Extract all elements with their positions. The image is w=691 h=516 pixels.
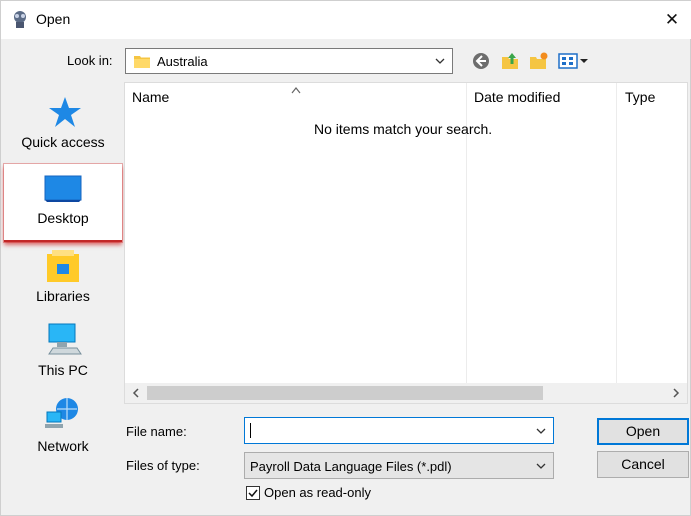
file-name-combobox[interactable] [244,417,554,444]
up-folder-icon [502,53,518,69]
files-of-type-label: Files of type: [126,458,200,473]
file-name-label: File name: [126,424,187,439]
place-desktop[interactable]: Desktop [4,164,122,242]
read-only-label[interactable]: Open as read-only [264,485,371,500]
network-icon [43,396,83,432]
sort-ascending-icon [290,83,302,94]
column-header-name[interactable]: Name [132,89,169,105]
place-quick-access[interactable]: Quick access [4,92,122,164]
desktop-icon [43,172,83,208]
open-dialog: Open ✕ Look in: Australia Quick access D… [0,0,691,516]
place-label: Quick access [21,134,105,150]
column-header-date-modified[interactable]: Date modified [474,89,560,105]
horizontal-scrollbar[interactable] [125,383,687,403]
places-bar: Quick access Desktop Libraries This PC N… [4,82,122,510]
up-folder-button[interactable] [500,51,520,71]
chevron-down-icon [434,55,446,67]
star-icon [43,94,83,130]
file-name-input[interactable] [249,421,529,440]
close-button[interactable]: ✕ [652,1,691,39]
look-in-label: Look in: [67,53,113,68]
libraries-icon [43,248,83,284]
chevron-down-icon[interactable] [535,425,547,437]
read-only-checkbox[interactable] [246,486,260,500]
open-button[interactable]: Open [597,418,689,445]
new-folder-button[interactable] [529,51,549,71]
cancel-button[interactable]: Cancel [597,451,689,478]
look-in-dropdown[interactable]: Australia [125,48,453,74]
scroll-left-icon[interactable] [129,386,143,400]
file-list[interactable]: Name Date modified Type No items match y… [124,82,688,404]
place-label: Desktop [37,210,89,226]
chevron-down-icon [535,460,547,472]
scroll-right-icon[interactable] [669,386,683,400]
place-label: This PC [38,362,88,378]
computer-icon [43,322,83,358]
place-this-pc[interactable]: This PC [4,322,122,394]
scrollbar-thumb[interactable] [147,386,543,400]
view-menu-button[interactable] [558,51,590,71]
place-network[interactable]: Network [4,396,122,468]
empty-message: No items match your search. [314,121,493,137]
window-title: Open [36,11,71,27]
place-label: Libraries [36,288,90,304]
checkmark-icon [248,489,258,498]
column-header-type[interactable]: Type [625,89,655,105]
back-arrow-icon [473,53,489,69]
look-in-value: Australia [157,54,208,69]
title-bar: Open ✕ [1,1,691,39]
files-of-type-value: Payroll Data Language Files (*.pdl) [250,459,452,474]
place-label: Network [37,438,89,454]
files-of-type-dropdown[interactable]: Payroll Data Language Files (*.pdl) [244,452,554,479]
text-caret [250,423,251,438]
view-menu-icon [558,53,588,69]
column-divider[interactable] [616,83,617,383]
close-icon: ✕ [664,10,680,29]
back-button[interactable] [471,51,491,71]
place-libraries[interactable]: Libraries [4,248,122,320]
new-folder-icon [530,52,548,69]
folder-icon [134,54,150,68]
app-icon [10,10,30,30]
